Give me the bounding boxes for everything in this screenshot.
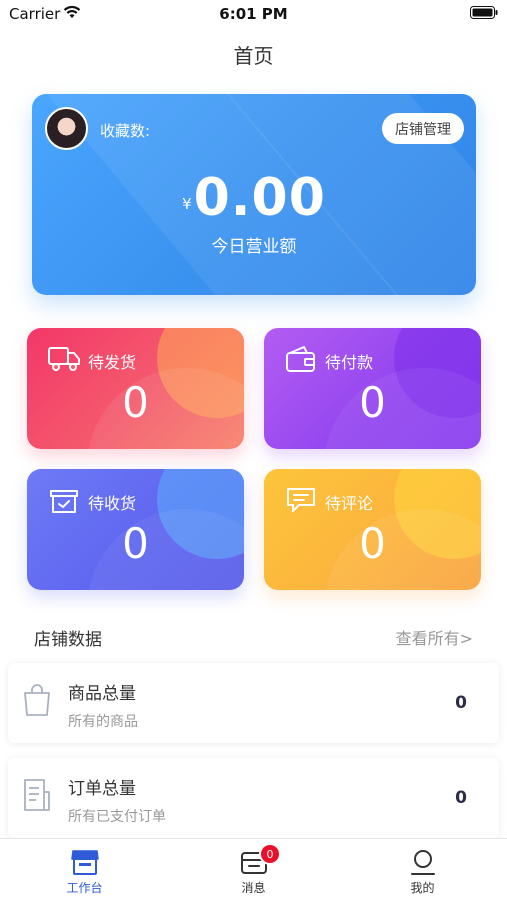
stat-value: 0	[122, 378, 149, 427]
comment-icon	[287, 488, 315, 512]
pending-shipment-card[interactable]: 待发货 0	[27, 328, 244, 449]
tab-bar: 工作台 0 消息 我的	[0, 838, 507, 900]
pending-review-card[interactable]: 待评论 0	[264, 469, 481, 590]
status-bar: Carrier 6:01 PM	[0, 0, 507, 28]
stat-value: 0	[359, 378, 386, 427]
revenue-card: 收藏数: 店铺管理 ¥0.00 今日营业额	[32, 94, 476, 295]
avatar[interactable]	[45, 107, 88, 150]
revenue-caption: 今日营业额	[211, 237, 297, 257]
wallet-icon	[286, 346, 315, 372]
stat-value: 0	[359, 519, 386, 568]
row-subtitle: 所有已支付订单	[68, 809, 166, 825]
stat-label: 待收货	[88, 494, 137, 513]
revenue-amount: ¥0.00	[32, 168, 476, 228]
stat-value: 0	[122, 519, 149, 568]
box-icon	[50, 490, 78, 513]
shopping-bag-icon	[24, 684, 50, 716]
tab-workbench[interactable]: 工作台	[0, 839, 169, 900]
clock: 6:01 PM	[219, 5, 288, 23]
tab-label: 消息	[241, 881, 266, 895]
row-subtitle: 所有的商品	[68, 714, 138, 730]
user-icon	[411, 850, 435, 875]
shop-manage-button[interactable]: 店铺管理	[382, 113, 464, 144]
order-list-icon	[24, 779, 50, 811]
page-title: 首页	[233, 44, 274, 68]
stat-label: 待发货	[88, 353, 137, 372]
favorites-label: 收藏数:	[100, 122, 151, 140]
row-title: 订单总量	[68, 779, 136, 799]
row-title: 商品总量	[68, 684, 136, 704]
row-value: 0	[455, 693, 467, 713]
section-title: 店铺数据	[34, 630, 102, 650]
list-item[interactable]: 订单总量 所有已支付订单 0	[8, 758, 499, 838]
currency-symbol: ¥	[182, 195, 192, 213]
stat-label: 待付款	[325, 353, 374, 372]
pending-receipt-card[interactable]: 待收货 0	[27, 469, 244, 590]
tab-label: 工作台	[66, 881, 103, 895]
message-badge: 0	[259, 843, 281, 865]
amount-value: 0.00	[193, 168, 326, 228]
row-value: 0	[455, 788, 467, 808]
list-item[interactable]: 商品总量 所有的商品 0	[8, 663, 499, 743]
truck-icon	[48, 347, 80, 371]
tab-messages[interactable]: 0 消息	[169, 839, 338, 900]
workbench-icon	[71, 850, 99, 875]
battery-icon	[470, 6, 498, 19]
tab-label: 我的	[410, 881, 435, 895]
tab-mine[interactable]: 我的	[338, 839, 507, 900]
pending-payment-card[interactable]: 待付款 0	[264, 328, 481, 449]
view-all-link[interactable]: 查看所有>	[396, 625, 473, 649]
stat-label: 待评论	[325, 494, 374, 513]
